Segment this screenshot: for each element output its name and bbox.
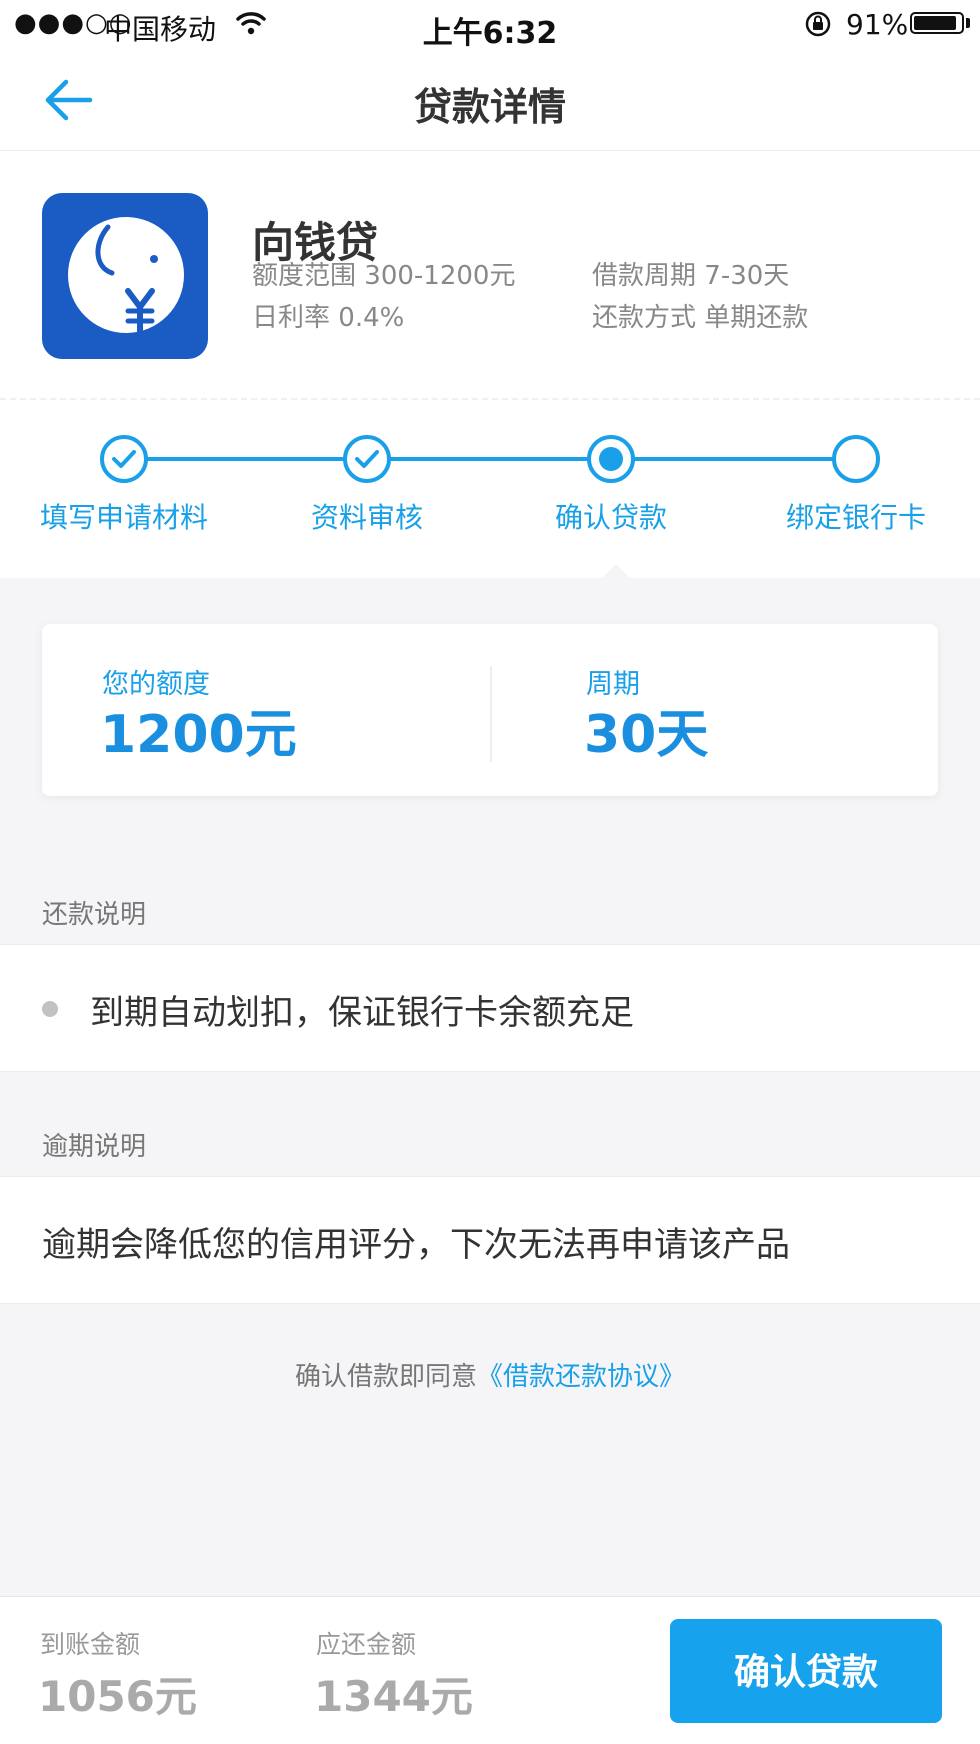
spec-daily-rate: 日利率 0.4% bbox=[252, 297, 404, 334]
product-card: 向钱贷 额度范围 300-1200元 借款周期 7-30天 日利率 0.4% 还… bbox=[0, 151, 980, 400]
step-label-review: 资料审核 bbox=[310, 501, 423, 534]
spec-value: 单期还款 bbox=[704, 303, 809, 333]
step-check-icon bbox=[343, 435, 391, 483]
step-current-icon bbox=[587, 435, 635, 483]
spec-label: 额度范围 bbox=[252, 261, 357, 291]
quota-divider bbox=[490, 666, 492, 762]
step-label-fill-application: 填写申请材料 bbox=[39, 501, 208, 534]
repay-amount-value: 1344元 bbox=[314, 1672, 473, 1721]
elephant-yuan-logo-icon bbox=[42, 193, 208, 359]
battery-terminal bbox=[966, 18, 970, 28]
clock: 上午6:32 bbox=[422, 16, 558, 51]
current-step-pointer bbox=[602, 564, 630, 578]
spec-label: 借款周期 bbox=[592, 261, 697, 291]
spec-value: 0.4% bbox=[338, 303, 405, 333]
spec-value: 300-1200元 bbox=[364, 261, 516, 291]
spec-loan-period: 借款周期 7-30天 bbox=[592, 255, 789, 292]
overdue-section: 逾期会降低您的信用评分，下次无法再申请该产品 bbox=[0, 1176, 980, 1304]
navigation-bar: 贷款详情 bbox=[0, 50, 980, 151]
period-value: 30天 bbox=[584, 705, 709, 765]
repayment-section-title: 还款说明 bbox=[42, 900, 147, 930]
battery-icon bbox=[910, 12, 964, 34]
bullet-dot-icon bbox=[42, 1001, 58, 1017]
step-label-bind-card: 绑定银行卡 bbox=[785, 501, 926, 534]
step-check-icon bbox=[100, 435, 148, 483]
repayment-section: 到期自动划扣，保证银行卡余额充足 bbox=[0, 944, 980, 1072]
received-amount-value: 1056元 bbox=[38, 1672, 197, 1721]
progress-steps: 填写申请材料 资料审核 确认贷款 绑定银行卡 bbox=[0, 400, 980, 578]
agreement-prefix: 确认借款即同意 bbox=[294, 1362, 477, 1392]
spec-label: 日利率 bbox=[252, 303, 331, 333]
agreement-link[interactable]: 《借款还款协议》 bbox=[477, 1362, 685, 1392]
overdue-text: 逾期会降低您的信用评分，下次无法再申请该产品 bbox=[42, 1225, 790, 1265]
step-label-confirm-loan: 确认贷款 bbox=[554, 501, 667, 534]
repay-amount-label: 应还金额 bbox=[316, 1630, 417, 1659]
rotation-lock-icon bbox=[804, 10, 832, 42]
overdue-section-title: 逾期说明 bbox=[42, 1132, 147, 1162]
repayment-text: 到期自动划扣，保证银行卡余额充足 bbox=[90, 993, 634, 1033]
bottom-bar: 到账金额 1056元 应还金额 1344元 确认贷款 bbox=[0, 1596, 980, 1744]
step-connector-line bbox=[124, 457, 856, 461]
spec-repayment-method: 还款方式 单期还款 bbox=[592, 297, 808, 334]
limit-value: 1200元 bbox=[100, 705, 297, 765]
page-title: 贷款详情 bbox=[413, 85, 566, 129]
spec-label: 还款方式 bbox=[592, 303, 697, 333]
received-amount-label: 到账金额 bbox=[40, 1630, 141, 1659]
spec-value: 7-30天 bbox=[704, 261, 790, 291]
status-bar: ●●●○○ 中国移动 上午6:32 91% bbox=[0, 0, 980, 51]
current-dot bbox=[599, 447, 623, 471]
confirm-loan-button[interactable]: 确认贷款 bbox=[670, 1619, 942, 1723]
battery-percent: 91% bbox=[846, 8, 909, 41]
battery-level bbox=[914, 16, 956, 30]
step-pending-icon bbox=[832, 435, 880, 483]
spec-quota-range: 额度范围 300-1200元 bbox=[252, 255, 515, 292]
agreement-line: 确认借款即同意《借款还款协议》 bbox=[0, 1356, 980, 1393]
quota-card: 您的额度 1200元 周期 30天 bbox=[42, 624, 938, 796]
